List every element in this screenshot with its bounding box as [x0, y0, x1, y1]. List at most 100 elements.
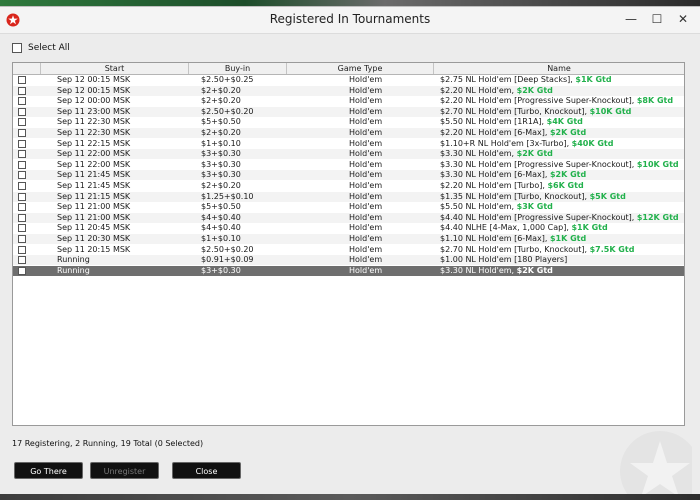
cell-name: $2.70 NL Hold'em [Turbo, Knockout], $10K…: [440, 107, 682, 117]
cell-buyin: $0.91+$0.09: [201, 255, 254, 265]
table-row[interactable]: Sep 11 21:45 MSK $2+$0.20 Hold'em $2.20 NL …: [13, 181, 684, 191]
row-checkbox[interactable]: [18, 171, 26, 180]
go-there-button[interactable]: Go There: [14, 462, 83, 479]
guarantee-amount: $1K Gtd: [571, 223, 608, 233]
cell-start: Sep 11 21:00 MSK: [57, 212, 131, 222]
cell-start: Sep 11 22:15 MSK: [57, 138, 131, 148]
tournament-name: $4.40 NL Hold'em [Progressive Super-Knoc…: [440, 212, 637, 222]
cell-game-type: Hold'em: [349, 96, 383, 106]
cell-buyin: $3+$0.30: [201, 170, 241, 180]
select-all-checkbox[interactable]: [12, 43, 22, 53]
tournament-name: $3.30 NL Hold'em,: [440, 265, 517, 275]
tournament-name: $2.20 NL Hold'em [6-Max],: [440, 128, 550, 137]
select-all-row[interactable]: Select All: [12, 41, 70, 55]
row-checkbox[interactable]: [18, 97, 26, 106]
cell-name: $2.70 NL Hold'em [Turbo, Knockout], $7.5…: [440, 245, 682, 255]
table-row[interactable]: Sep 11 23:00 MSK $2.50+$0.20 Hold'em $2.70 …: [13, 106, 684, 117]
guarantee-amount: $4K Gtd: [546, 117, 583, 127]
cell-buyin: $1+$0.10: [201, 234, 241, 243]
row-checkbox[interactable]: [18, 245, 26, 254]
row-checkbox[interactable]: [18, 86, 26, 95]
cell-game-type: Hold'em: [349, 244, 383, 254]
table-row[interactable]: Sep 11 22:30 MSK $5+$0.50 Hold'em $5.50 NL …: [13, 117, 684, 127]
guarantee-amount: $2K Gtd: [549, 170, 587, 180]
table-row[interactable]: Running $0.91+$0.09 Hold'em $1.00 NL Hold'e…: [13, 255, 684, 266]
column-header-game-type[interactable]: Game Type: [287, 63, 434, 74]
cell-game-type: Hold'em: [349, 181, 383, 190]
cell-name: $1.00 NL Hold'em [180 Players]: [440, 255, 682, 265]
cell-start: Sep 12 00:00 MSK: [57, 96, 131, 106]
cell-game-type: Hold'em: [349, 117, 383, 127]
table-row[interactable]: Sep 12 00:15 MSK $2.50+$0.25 Hold'em $2.75 …: [13, 75, 684, 85]
cell-buyin: $5+$0.50: [201, 202, 241, 212]
table-row[interactable]: Running $3+$0.30 Hold'em $3.30 NL Hold'em, …: [13, 265, 684, 276]
cell-name: $4.40 NLHE [4-Max, 1,000 Cap], $1K Gtd: [440, 223, 682, 233]
cell-start: Sep 11 22:00 MSK: [57, 159, 131, 169]
table-row[interactable]: Sep 11 21:45 MSK $3+$0.30 Hold'em $3.30 NL …: [13, 170, 684, 181]
table-row[interactable]: Sep 11 21:00 MSK $4+$0.40 Hold'em $4.40 NL …: [13, 212, 684, 223]
cell-name: $2.20 NL Hold'em [Progressive Super-Knoc…: [440, 96, 682, 106]
cell-name: $1.35 NL Hold'em [Turbo, Knockout], $5K …: [440, 192, 682, 202]
close-button[interactable]: Close: [172, 462, 241, 479]
column-header-start[interactable]: Start: [41, 63, 189, 74]
tournament-name: $1.35 NL Hold'em [Turbo, Knockout],: [440, 191, 590, 201]
row-checkbox[interactable]: [18, 256, 26, 265]
cell-start: Sep 11 21:45 MSK: [57, 181, 131, 190]
tournament-name: $2.70 NL Hold'em [Turbo, Knockout],: [440, 106, 590, 116]
cell-buyin: $3+$0.30: [201, 265, 241, 275]
tournament-name: $4.40 NLHE [4-Max, 1,000 Cap],: [440, 223, 572, 233]
table-row[interactable]: Sep 11 22:00 MSK $3+$0.30 Hold'em $3.30 NL …: [13, 149, 684, 160]
row-checkbox[interactable]: [18, 182, 26, 190]
row-checkbox[interactable]: [18, 266, 26, 275]
cell-start: Running: [57, 255, 90, 265]
background-taskbar-strip: [0, 494, 700, 500]
cell-start: Sep 11 23:00 MSK: [57, 106, 131, 116]
column-header-buyin[interactable]: Buy-in: [189, 63, 287, 74]
table-row[interactable]: Sep 11 22:30 MSK $2+$0.20 Hold'em $2.20 NL …: [13, 128, 684, 138]
guarantee-amount: $1K Gtd: [575, 75, 612, 84]
row-checkbox[interactable]: [18, 129, 26, 137]
minimize-button[interactable]: —: [622, 10, 640, 28]
row-checkbox[interactable]: [18, 160, 26, 169]
title-bar[interactable]: Registered In Tournaments — ☐ ✕: [0, 7, 700, 34]
cell-start: Sep 11 22:00 MSK: [57, 149, 131, 159]
unregister-button[interactable]: Unregister: [90, 462, 159, 479]
cell-game-type: Hold'em: [349, 234, 383, 243]
table-row[interactable]: Sep 11 21:00 MSK $5+$0.50 Hold'em $5.50 NL …: [13, 202, 684, 212]
cell-game-type: Hold'em: [349, 212, 383, 222]
table-row[interactable]: Sep 11 20:15 MSK $2.50+$0.20 Hold'em $2.70 …: [13, 245, 684, 255]
close-window-button[interactable]: ✕: [674, 10, 692, 28]
status-text: 17 Registering, 2 Running, 19 Total (0 S…: [12, 439, 204, 448]
row-checkbox[interactable]: [18, 192, 26, 201]
maximize-button[interactable]: ☐: [648, 10, 666, 28]
table-row[interactable]: Sep 11 22:15 MSK $1+$0.10 Hold'em $1.10+R N…: [13, 139, 684, 149]
row-checkbox[interactable]: [18, 118, 26, 127]
row-checkbox[interactable]: [18, 150, 26, 159]
row-checkbox[interactable]: [18, 213, 26, 222]
row-checkbox[interactable]: [18, 224, 26, 233]
row-checkbox[interactable]: [18, 76, 26, 84]
table-row[interactable]: Sep 11 20:30 MSK $1+$0.10 Hold'em $1.10 NL …: [13, 234, 684, 244]
row-checkbox[interactable]: [18, 203, 26, 212]
table-row[interactable]: Sep 12 00:15 MSK $2+$0.20 Hold'em $2.20 NL …: [13, 85, 684, 96]
table-row[interactable]: Sep 11 20:45 MSK $4+$0.40 Hold'em $4.40 NLH…: [13, 223, 684, 233]
cell-game-type: Hold'em: [349, 159, 383, 169]
table-row[interactable]: Sep 12 00:00 MSK $2+$0.20 Hold'em $2.20 NL …: [13, 96, 684, 106]
cell-game-type: Hold'em: [349, 170, 383, 180]
column-header-name[interactable]: Name: [434, 63, 684, 74]
table-row[interactable]: Sep 11 21:15 MSK $1.25+$0.10 Hold'em $1.35 …: [13, 191, 684, 202]
cell-game-type: Hold'em: [349, 223, 383, 233]
row-checkbox[interactable]: [18, 139, 26, 148]
row-checkbox[interactable]: [18, 235, 26, 243]
guarantee-amount: $2K Gtd: [516, 149, 553, 159]
table-row[interactable]: Sep 11 22:00 MSK $3+$0.30 Hold'em $3.30 NL …: [13, 160, 684, 170]
row-checkbox[interactable]: [18, 107, 26, 116]
tournament-name: $2.20 NL Hold'em,: [440, 85, 517, 95]
cell-buyin: $1.25+$0.10: [201, 191, 254, 201]
registered-tournaments-window: Registered In Tournaments — ☐ ✕ Select A…: [0, 6, 700, 497]
tournaments-table: Start Buy-in Game Type Name Sep 12 00:15…: [12, 62, 685, 426]
tournament-name: $2.20 NL Hold'em [Turbo],: [440, 181, 548, 190]
cell-name: $2.20 NL Hold'em [6-Max], $2K Gtd: [440, 128, 682, 138]
cell-name: $1.10 NL Hold'em [6-Max], $1K Gtd: [440, 234, 682, 244]
tournament-name: $1.00 NL Hold'em [180 Players]: [440, 255, 568, 265]
